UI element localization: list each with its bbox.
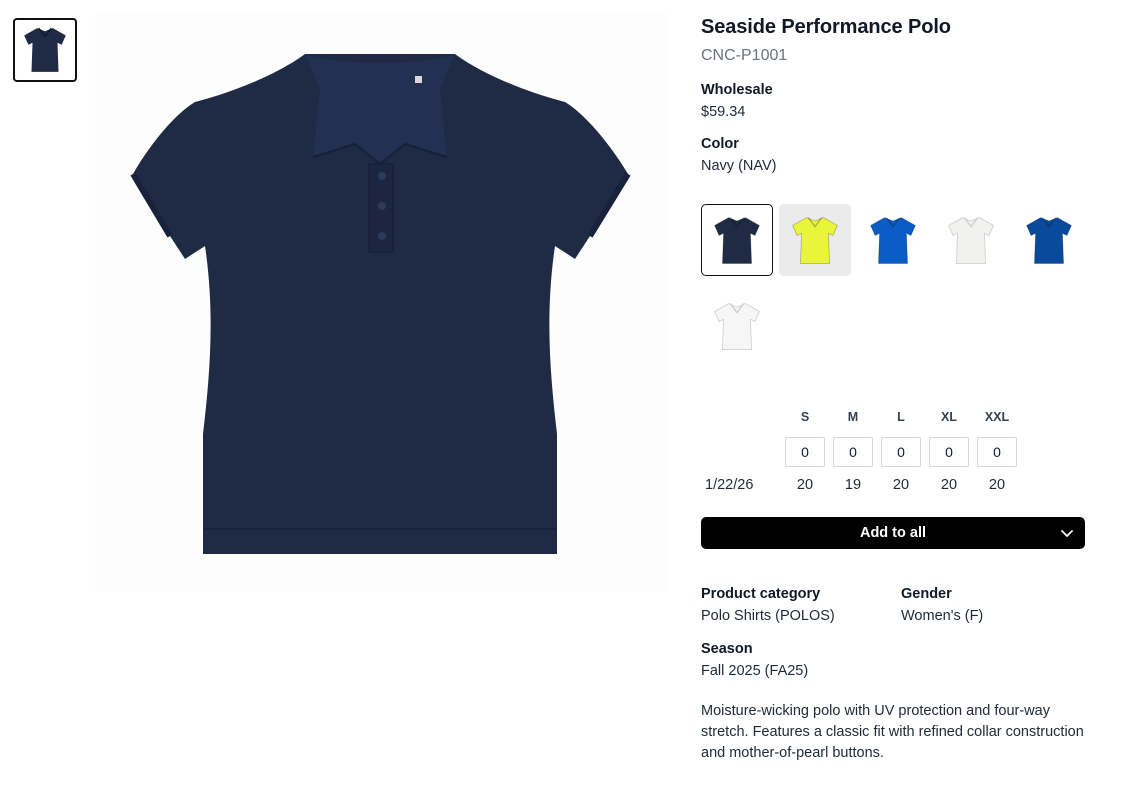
season-label: Season [701, 641, 753, 657]
color-swatches [701, 204, 1085, 362]
stock-m: 19 [844, 477, 862, 493]
color-value: Navy (NAV) [701, 158, 777, 174]
category-value: Polo Shirts (POLOS) [701, 608, 835, 624]
stock-s: 20 [796, 477, 814, 493]
qty-input-l[interactable] [881, 437, 921, 467]
gender-value: Women's (F) [901, 608, 984, 624]
polo-shirt-icon [948, 217, 994, 264]
stock-xxl: 20 [988, 477, 1006, 493]
size-header-s: S [800, 410, 810, 424]
product-thumbnail[interactable] [13, 18, 77, 82]
qty-input-s[interactable] [785, 437, 825, 467]
product-hero-image [95, 14, 669, 592]
color-label: Color [701, 136, 739, 152]
product-description: Moisture-wicking polo with UV protection… [701, 703, 1084, 761]
size-header-l: L [897, 410, 905, 424]
stock-l: 20 [892, 477, 910, 493]
gender-label: Gender [901, 586, 952, 602]
qty-input-xl[interactable] [929, 437, 969, 467]
product-info: Seaside Performance Polo CNC-P1001 Whole… [701, 16, 1091, 362]
polo-shirt-icon [714, 217, 760, 264]
polo-shirt-icon [24, 27, 66, 72]
wholesale-section: Wholesale $59.34 [701, 82, 1091, 120]
color-swatch-royal-blue[interactable] [857, 204, 929, 276]
add-to-all-label: Add to all [859, 525, 927, 541]
season-value: Fall 2025 (FA25) [701, 663, 809, 679]
size-header-xl: XL [941, 410, 957, 424]
size-header-m: M [847, 410, 859, 424]
category-label: Product category [701, 586, 821, 602]
add-to-all-button[interactable]: Add to all [701, 517, 1085, 549]
stock-xl: 20 [940, 477, 958, 493]
color-swatch-navy[interactable] [701, 204, 773, 276]
polo-shirt-icon [870, 217, 916, 264]
wholesale-price: $59.34 [701, 104, 746, 120]
qty-input-m[interactable] [833, 437, 873, 467]
product-title: Seaside Performance Polo [701, 16, 951, 38]
wholesale-label: Wholesale [701, 82, 773, 98]
color-section: Color Navy (NAV) [701, 136, 1091, 174]
polo-shirt-image [130, 54, 631, 554]
product-sku: CNC-P1001 [701, 47, 788, 64]
qty-input-xxl[interactable] [977, 437, 1017, 467]
polo-shirt-icon [792, 217, 838, 264]
polo-shirt-icon [714, 303, 760, 350]
stock-date: 1/22/26 [705, 477, 754, 493]
color-swatch-white[interactable] [935, 204, 1007, 276]
polo-shirt-icon [1026, 217, 1072, 264]
color-swatch-cobalt[interactable] [1013, 204, 1085, 276]
chevron-down-icon[interactable] [1059, 525, 1075, 541]
size-header-xxl: XXL [984, 410, 1010, 424]
color-swatch-white-womens[interactable] [701, 290, 773, 362]
color-swatch-safety-yellow[interactable] [779, 204, 851, 276]
